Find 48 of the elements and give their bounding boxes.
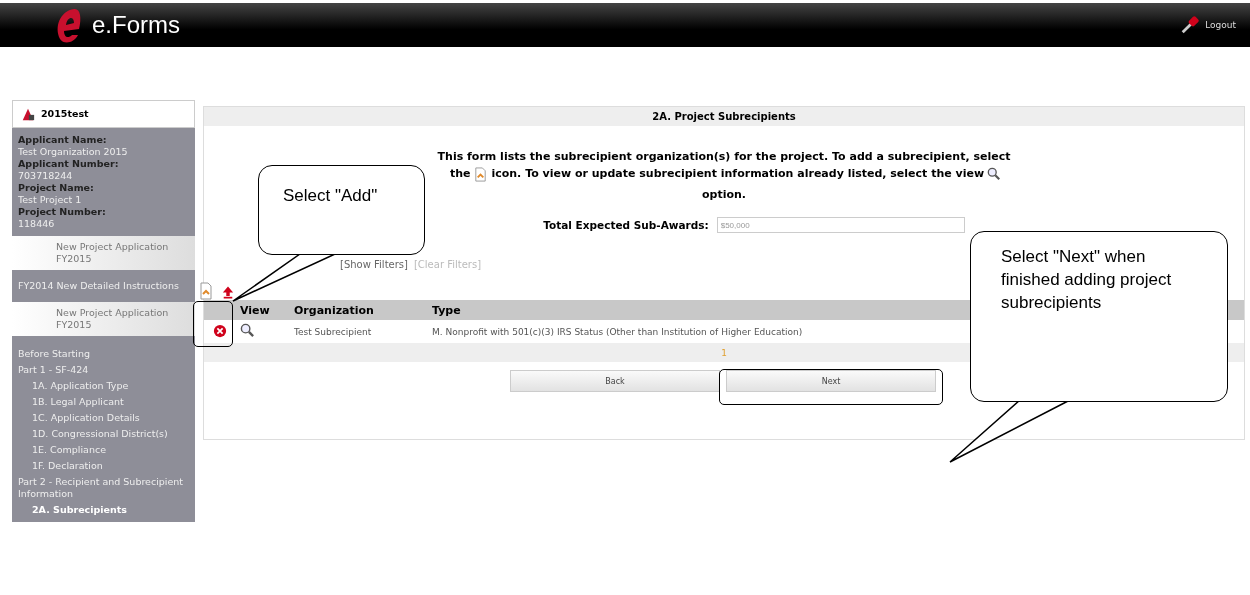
applicant-title: 2015test bbox=[41, 108, 89, 120]
user-icon bbox=[21, 107, 35, 121]
info-value: Test Organization 2015 bbox=[18, 146, 129, 158]
app-name: e.Forms bbox=[92, 11, 180, 39]
search-icon bbox=[987, 167, 1002, 181]
show-filters-link[interactable]: [Show Filters] bbox=[340, 259, 408, 270]
table-cell: Test Subrecipient bbox=[290, 320, 428, 343]
page-number[interactable]: 1 bbox=[721, 347, 727, 358]
nav-item[interactable]: Part 2 - Recipient and Subrecipient Information bbox=[18, 474, 189, 502]
column-header: View bbox=[236, 300, 290, 320]
column-header: Type bbox=[428, 300, 956, 320]
back-button[interactable]: Back bbox=[510, 370, 720, 392]
info-label: Applicant Number: bbox=[18, 158, 120, 170]
sub-awards-field[interactable]: $50,000 bbox=[716, 217, 965, 233]
clear-filters-link[interactable]: [Clear Filters] bbox=[413, 259, 482, 270]
nav-item[interactable]: 1F. Declaration bbox=[18, 458, 189, 474]
nav-item[interactable]: Part 1 - SF-424 bbox=[18, 362, 189, 378]
delete-icon[interactable] bbox=[213, 323, 227, 338]
next-button[interactable]: Next bbox=[726, 370, 936, 392]
info-label: Applicant Name: bbox=[18, 134, 108, 146]
upload-icon[interactable] bbox=[222, 285, 234, 300]
sidebar-link[interactable]: FY2014 New Detailed Instructions bbox=[12, 270, 195, 302]
instruction-text: the bbox=[449, 167, 471, 180]
info-value: 703718244 bbox=[18, 170, 74, 182]
column-header: Organization bbox=[290, 300, 428, 320]
key-icon bbox=[1179, 14, 1202, 36]
add-document-icon[interactable] bbox=[198, 282, 214, 300]
table-cell: M. Nonprofit with 501(c)(3) IRS Status (Other than Institution of Higher Education) bbox=[428, 320, 956, 343]
search-icon[interactable] bbox=[240, 323, 255, 338]
nav-item[interactable]: 1C. Application Details bbox=[18, 410, 189, 426]
instruction-text: This form lists the subrecipient organization(s) for the project. To add a subrecipient, select bbox=[436, 149, 1012, 165]
nav-item[interactable]: 1D. Congressional District(s) bbox=[18, 426, 189, 442]
nav-item[interactable]: 2A. Subrecipients bbox=[18, 502, 189, 518]
nav-item[interactable]: 1E. Compliance bbox=[18, 442, 189, 458]
info-value: Test Project 1 bbox=[18, 194, 83, 206]
highlight-frame bbox=[193, 301, 233, 347]
instruction-text: icon. To view or update subrecipient information already listed, select the view bbox=[491, 167, 985, 180]
form-title: 2A. Project Subrecipients bbox=[204, 107, 1244, 126]
info-label: Project Number: bbox=[18, 206, 107, 218]
logout-link[interactable]: Logout bbox=[1205, 20, 1236, 30]
nav-item[interactable]: 1A. Application Type bbox=[18, 378, 189, 394]
add-document-icon bbox=[473, 166, 489, 182]
nav-item[interactable]: 1B. Legal Applicant bbox=[18, 394, 189, 410]
info-value: 118446 bbox=[18, 218, 56, 230]
field-label: Total Expected Sub-Awards: bbox=[543, 219, 709, 231]
instruction-text: option. bbox=[702, 187, 746, 203]
nav-item[interactable]: Before Starting bbox=[18, 346, 189, 362]
info-label: Project Name: bbox=[18, 182, 95, 194]
